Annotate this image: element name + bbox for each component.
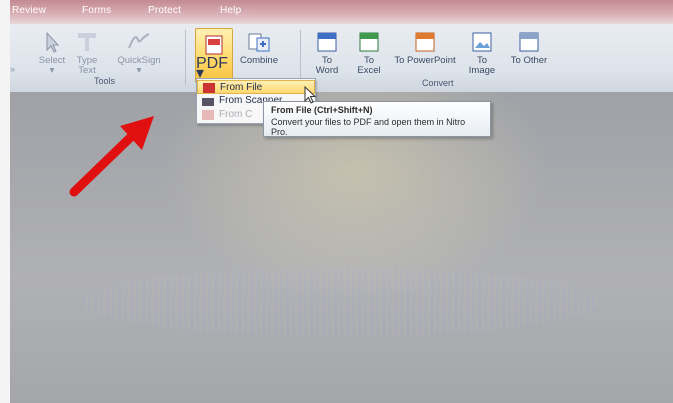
combine-label: Combine: [239, 55, 279, 66]
chevron-down-icon: ▾: [136, 65, 142, 76]
tooltip-body: Convert your files to PDF and open them …: [271, 117, 466, 137]
image-icon: [472, 32, 492, 52]
ribbon-left-edge-icon: »: [10, 64, 16, 74]
from-file-icon: [203, 83, 215, 93]
tab-protect[interactable]: Protect: [148, 5, 181, 16]
convert-group-label: Convert: [422, 78, 454, 88]
tooltip-title: From File (Ctrl+Shift+N): [271, 105, 373, 115]
combine-button[interactable]: Combine: [238, 30, 280, 66]
to-other-label: To Other: [510, 55, 548, 66]
signature-icon: [128, 33, 150, 49]
menu-bar: Review Forms Protect Help: [10, 0, 673, 24]
chevron-down-icon: ▾: [49, 65, 55, 76]
type-text-button[interactable]: Type Text: [72, 30, 102, 76]
to-powerpoint-label: To PowerPoint: [394, 55, 456, 66]
ribbon: » Select ▾ Type Text QuickSign ▾ Tools P…: [10, 24, 673, 93]
tab-review[interactable]: Review: [12, 5, 46, 16]
to-excel-label: To Excel: [357, 55, 381, 76]
tab-forms[interactable]: Forms: [82, 5, 111, 16]
other-format-icon: [519, 32, 539, 52]
to-word-button[interactable]: To Word: [308, 30, 346, 76]
red-annotation-arrow-icon: [69, 116, 154, 197]
combine-icon: [248, 33, 270, 52]
to-word-label: To Word: [315, 55, 339, 76]
word-icon: [317, 32, 337, 52]
pdf-create-icon: [205, 35, 223, 55]
tooltip: From File (Ctrl+Shift+N) Convert your fi…: [263, 101, 491, 137]
type-text-label: Type Text: [76, 55, 98, 76]
select-button[interactable]: Select ▾: [32, 30, 72, 76]
ribbon-separator: [185, 30, 186, 85]
to-powerpoint-button[interactable]: To PowerPoint: [390, 30, 460, 66]
to-image-button[interactable]: To Image: [462, 30, 502, 76]
clipboard-icon: [202, 110, 214, 120]
pdf-button[interactable]: PDF ▾: [195, 28, 233, 83]
menu-item-from-file[interactable]: From File: [197, 80, 315, 94]
mouse-cursor-icon: [304, 86, 317, 104]
menu-item-label: From C: [219, 109, 253, 120]
tab-help[interactable]: Help: [220, 5, 241, 16]
type-text-icon: [78, 33, 96, 51]
select-arrow-icon: [46, 31, 60, 53]
menu-item-label: From File: [220, 82, 263, 93]
to-image-label: To Image: [468, 55, 496, 76]
quicksign-button[interactable]: QuickSign ▾: [114, 30, 164, 76]
ribbon-separator: [300, 30, 301, 85]
excel-icon: [359, 32, 379, 52]
screen-moire-pattern: [80, 267, 600, 337]
powerpoint-icon: [415, 32, 435, 52]
scanner-icon: [202, 98, 214, 106]
tools-group-label: Tools: [94, 76, 116, 86]
to-other-button[interactable]: To Other: [504, 30, 554, 66]
to-excel-button[interactable]: To Excel: [351, 30, 387, 76]
